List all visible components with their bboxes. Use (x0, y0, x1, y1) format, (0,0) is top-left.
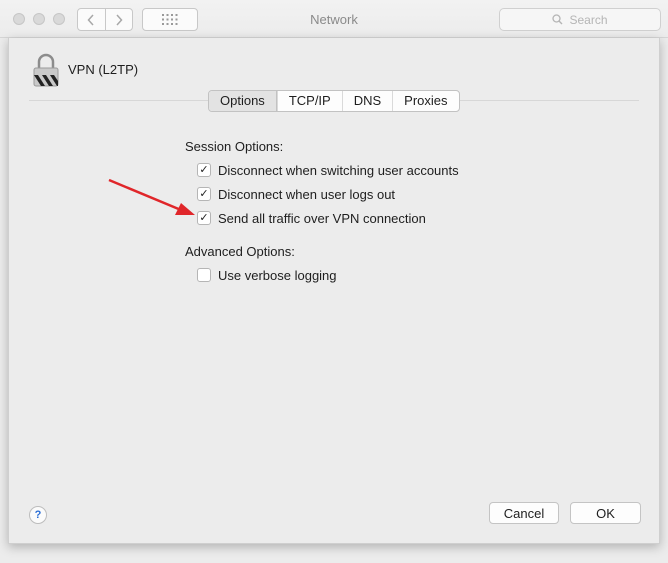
title-bar: Network Search (0, 0, 668, 38)
tab-tcp-ip[interactable]: TCP/IP (276, 91, 342, 111)
option-label: Send all traffic over VPN connection (218, 210, 426, 226)
option-verbose-logging[interactable]: Use verbose logging (197, 267, 337, 283)
option-disconnect-logout[interactable]: ✓ Disconnect when user logs out (197, 186, 395, 202)
vpn-lock-icon (33, 53, 59, 87)
option-disconnect-switching-users[interactable]: ✓ Disconnect when switching user account… (197, 162, 459, 178)
tab-dns[interactable]: DNS (341, 91, 392, 111)
option-label: Use verbose logging (218, 267, 337, 283)
cancel-button[interactable]: Cancel (489, 502, 559, 524)
tab-proxies[interactable]: Proxies (392, 91, 458, 111)
search-icon (552, 14, 563, 25)
tab-bar: Options TCP/IP DNS Proxies (208, 90, 460, 112)
advanced-options-heading: Advanced Options: (185, 244, 295, 259)
help-button[interactable]: ? (29, 506, 47, 524)
tab-options[interactable]: Options (209, 91, 277, 111)
vpn-options-sheet: VPN (L2TP) Options TCP/IP DNS Proxies Se… (8, 38, 660, 544)
option-send-all-traffic[interactable]: ✓ Send all traffic over VPN connection (197, 210, 426, 226)
checkbox-verbose-logging[interactable] (197, 268, 211, 282)
search-field[interactable]: Search (499, 8, 661, 31)
option-label: Disconnect when user logs out (218, 186, 396, 202)
search-placeholder: Search (569, 12, 608, 27)
session-options-heading: Session Options: (185, 139, 284, 154)
connection-name: VPN (L2TP) (68, 62, 139, 77)
annotation-arrow-icon (108, 178, 195, 215)
option-label: Disconnect when switching user accounts (218, 162, 459, 178)
ok-button[interactable]: OK (570, 502, 641, 524)
